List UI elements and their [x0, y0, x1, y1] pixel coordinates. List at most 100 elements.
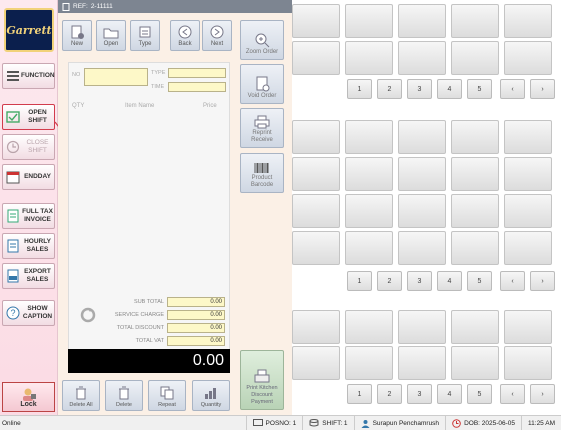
zoom-icon [255, 33, 270, 48]
product-slot[interactable] [504, 157, 552, 191]
product-slot[interactable] [504, 41, 552, 75]
page-button-5[interactable]: 5 [467, 271, 492, 291]
product-slot[interactable] [504, 4, 552, 38]
page-button-1[interactable]: 1 [347, 271, 372, 291]
page-prev-button[interactable]: ‹ [500, 79, 525, 99]
product-slot[interactable] [292, 231, 340, 265]
product-slot[interactable] [292, 4, 340, 38]
product-slot[interactable] [292, 41, 340, 75]
next-label: Next [210, 41, 224, 47]
quantity-button[interactable]: Quantity [192, 380, 230, 411]
page-button-3[interactable]: 3 [407, 384, 432, 404]
product-slot[interactable] [398, 310, 446, 344]
page-button-4[interactable]: 4 [437, 384, 462, 404]
open-button[interactable]: Open [96, 20, 126, 51]
full-tax-invoice-button[interactable]: FULL TAX INVOICE [2, 203, 55, 229]
product-slot[interactable] [504, 120, 552, 154]
type-button[interactable]: Type [130, 20, 160, 51]
product-slot[interactable] [292, 157, 340, 191]
product-slot[interactable] [345, 157, 393, 191]
export-sales-button[interactable]: EXPORT SALES [2, 263, 55, 289]
product-slot[interactable] [451, 4, 499, 38]
document-icon [62, 2, 70, 11]
product-slot[interactable] [451, 231, 499, 265]
delete-button[interactable]: Delete [105, 380, 143, 411]
total-discount-label: TOTAL DISCOUNT [116, 325, 164, 331]
function-button[interactable]: FUNCTION [2, 63, 55, 89]
product-slot[interactable] [504, 346, 552, 380]
print-kitchen-button[interactable]: Print Kitchen Discount Payment [240, 350, 284, 410]
product-slot[interactable] [398, 194, 446, 228]
product-slot[interactable] [504, 310, 552, 344]
page-button-4[interactable]: 4 [437, 79, 462, 99]
void-order-button[interactable]: Void Order [240, 64, 284, 104]
page-button-2[interactable]: 2 [377, 384, 402, 404]
folder-icon [103, 28, 119, 39]
product-slot[interactable] [345, 120, 393, 154]
page-prev-button[interactable]: ‹ [500, 384, 525, 404]
product-slot[interactable] [451, 157, 499, 191]
open-shift-button[interactable]: OPEN SHIFT [2, 104, 55, 130]
next-button[interactable]: Next [202, 20, 232, 51]
page-next-button[interactable]: › [530, 384, 555, 404]
close-shift-button[interactable]: CLOSE SHIFT [2, 134, 55, 160]
product-slot[interactable] [398, 41, 446, 75]
product-slot[interactable] [345, 41, 393, 75]
product-slot[interactable] [292, 120, 340, 154]
reprint-receive-button[interactable]: Reprint Receive [240, 108, 284, 148]
page-next-button[interactable]: › [530, 271, 555, 291]
page-button-5[interactable]: 5 [467, 79, 492, 99]
product-slot[interactable] [451, 310, 499, 344]
order-type-field[interactable] [168, 68, 226, 78]
type-label: Type [138, 41, 152, 47]
page-button-3[interactable]: 3 [407, 271, 432, 291]
product-slot[interactable] [398, 346, 446, 380]
hourly-sales-button[interactable]: HOURLY SALES [2, 233, 55, 259]
lock-button[interactable]: Lock [2, 382, 55, 412]
user-text: Surapun Penchamrush [372, 419, 440, 427]
order-time-field[interactable] [168, 82, 226, 92]
product-slot[interactable] [451, 346, 499, 380]
new-label: New [70, 41, 83, 47]
product-barcode-button[interactable]: Product Barcode [240, 153, 284, 193]
refresh-icon[interactable] [80, 307, 96, 323]
page-next-button[interactable]: › [530, 79, 555, 99]
product-slot[interactable] [292, 346, 340, 380]
delete-all-button[interactable]: Delete All [62, 380, 100, 411]
repeat-button[interactable]: Repeat [148, 380, 186, 411]
page-prev-button[interactable]: ‹ [500, 271, 525, 291]
page-button-4[interactable]: 4 [437, 271, 462, 291]
back-button[interactable]: Back [170, 20, 200, 51]
zoom-order-label: Zoom Order [245, 49, 279, 55]
product-slot[interactable] [292, 310, 340, 344]
product-slot[interactable] [345, 231, 393, 265]
ref-bar: REF: 2-11111 [58, 0, 292, 13]
product-slot[interactable] [451, 194, 499, 228]
product-slot[interactable] [398, 231, 446, 265]
page-button-1[interactable]: 1 [347, 79, 372, 99]
page-button-2[interactable]: 2 [377, 271, 402, 291]
back-arrow-icon [178, 25, 192, 39]
product-slot[interactable] [345, 310, 393, 344]
product-slot[interactable] [292, 194, 340, 228]
product-slot[interactable] [451, 120, 499, 154]
product-slot[interactable] [345, 194, 393, 228]
user-lock-icon [22, 388, 36, 401]
page-button-1[interactable]: 1 [347, 384, 372, 404]
page-button-2[interactable]: 2 [377, 79, 402, 99]
product-slot[interactable] [504, 194, 552, 228]
product-slot[interactable] [398, 4, 446, 38]
product-slot[interactable] [451, 41, 499, 75]
page-button-3[interactable]: 3 [407, 79, 432, 99]
product-slot[interactable] [345, 346, 393, 380]
show-caption-button[interactable]: ? SHOW CAPTION [2, 300, 55, 326]
product-slot[interactable] [398, 157, 446, 191]
page-button-5[interactable]: 5 [467, 384, 492, 404]
order-no-field[interactable] [84, 68, 148, 86]
product-slot[interactable] [345, 4, 393, 38]
product-slot[interactable] [504, 231, 552, 265]
zoom-order-button[interactable]: Zoom Order [240, 20, 284, 60]
new-button[interactable]: New [62, 20, 92, 51]
product-slot[interactable] [398, 120, 446, 154]
endday-button[interactable]: ENDDAY [2, 164, 55, 190]
